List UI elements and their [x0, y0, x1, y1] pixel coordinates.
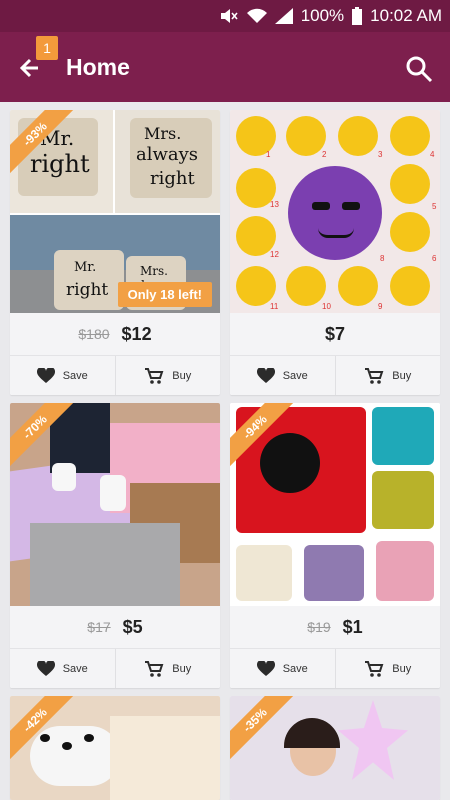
product-card[interactable]: 1 2 3 4 13 5 12 6 8 11 10 9 $7 Save Buy [230, 110, 440, 395]
pillow-text: Mrs. [140, 264, 168, 278]
status-bar: 100% 10:02 AM [0, 0, 450, 32]
product-image[interactable]: -70% [10, 403, 220, 606]
old-price: $180 [78, 326, 110, 342]
product-card[interactable]: -94% $19 $1 Save Buy [230, 403, 440, 688]
product-card[interactable]: -70% $17 $5 Save Buy [10, 403, 220, 688]
price-row: $7 [230, 313, 440, 355]
emoji-number: 13 [270, 200, 279, 209]
save-label: Save [282, 662, 308, 675]
buy-button[interactable]: Buy [334, 649, 441, 688]
buy-label: Buy [172, 369, 192, 382]
emoji-number: 6 [432, 254, 437, 263]
pillow-text: Mr. [74, 260, 97, 275]
product-card[interactable]: -42% [10, 696, 220, 800]
emoji-number: 2 [322, 150, 327, 159]
battery-label: 100% [300, 6, 345, 25]
buy-label: Buy [392, 662, 412, 675]
emoji-number: 10 [322, 302, 331, 311]
search-button[interactable] [404, 54, 434, 84]
stock-tag: Only 18 left! [117, 282, 212, 307]
buy-button[interactable]: Buy [114, 356, 221, 395]
old-price: $17 [87, 619, 111, 635]
price: $7 [324, 323, 346, 344]
cart-icon [145, 660, 164, 677]
heart-icon [36, 660, 55, 676]
clock: 10:02 AM [370, 6, 442, 25]
emoji-number: 3 [378, 150, 383, 159]
price: $5 [122, 616, 143, 637]
save-label: Save [282, 369, 308, 382]
old-price: $19 [307, 619, 331, 635]
price-row: $17 $5 [10, 606, 220, 648]
buy-label: Buy [392, 369, 412, 382]
search-icon [406, 56, 433, 83]
card-actions: Save Buy [10, 648, 220, 688]
product-image[interactable]: -94% [230, 403, 440, 606]
emoji-number: 11 [270, 302, 279, 311]
pillow-text: right [66, 280, 109, 300]
price: $12 [121, 323, 152, 344]
save-button[interactable]: Save [10, 649, 115, 688]
emoji-number: 9 [378, 302, 383, 311]
product-image[interactable]: Mr. right Mrs. always right Mr. right Mr… [10, 110, 220, 313]
card-actions: Save Buy [10, 355, 220, 395]
cart-icon [365, 367, 384, 384]
save-label: Save [62, 662, 88, 675]
battery-icon [352, 7, 363, 25]
signal-icon [274, 8, 293, 24]
product-image[interactable]: 1 2 3 4 13 5 12 6 8 11 10 9 [230, 110, 440, 313]
buy-button[interactable]: Buy [114, 649, 221, 688]
pillow-text: always [136, 144, 199, 165]
buy-label: Buy [172, 662, 192, 675]
emoji-number: 12 [270, 250, 279, 259]
card-actions: Save Buy [230, 648, 440, 688]
product-image[interactable]: -42% [10, 696, 220, 800]
card-actions: Save Buy [230, 355, 440, 395]
save-label: Save [62, 369, 88, 382]
mute-icon [219, 8, 239, 24]
page-title: Home [66, 54, 130, 80]
cart-icon [145, 367, 164, 384]
price: $1 [342, 616, 363, 637]
heart-icon [36, 367, 55, 383]
emoji-number: 8 [380, 254, 385, 263]
product-card[interactable]: -35% [230, 696, 440, 800]
app-bar: 1 Home [0, 32, 450, 102]
emoji-number: 1 [266, 150, 271, 159]
price-row: $19 $1 [230, 606, 440, 648]
price-row: $180 $12 [10, 313, 220, 355]
pillow-text: right [30, 150, 90, 178]
save-button[interactable]: Save [230, 356, 335, 395]
wifi-icon [246, 8, 267, 24]
emoji-number: 5 [432, 202, 437, 211]
heart-icon [256, 367, 275, 383]
save-button[interactable]: Save [230, 649, 335, 688]
cart-icon [365, 660, 384, 677]
save-button[interactable]: Save [10, 356, 115, 395]
product-card[interactable]: Mr. right Mrs. always right Mr. right Mr… [10, 110, 220, 395]
product-image[interactable]: -35% [230, 696, 440, 800]
heart-icon [256, 660, 275, 676]
buy-button[interactable]: Buy [334, 356, 441, 395]
notification-badge: 1 [36, 36, 58, 60]
pillow-text: right [150, 168, 195, 189]
pillow-text: Mrs. [144, 124, 182, 143]
emoji-number: 4 [430, 150, 435, 159]
